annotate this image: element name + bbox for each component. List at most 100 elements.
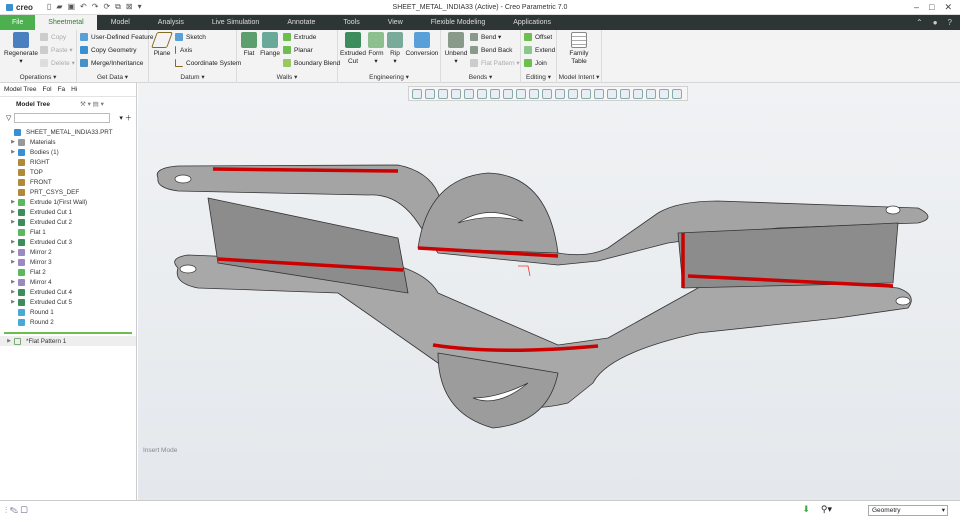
tree-search-input[interactable] (14, 112, 111, 123)
tab-annotate[interactable]: Annotate (273, 15, 329, 30)
sheet-metal-model[interactable] (138, 83, 960, 500)
sketch-button[interactable]: Sketch (175, 33, 206, 41)
editing-group-label[interactable]: Editing ▾ (521, 73, 556, 81)
regenerate-icon[interactable]: ⟳ (103, 2, 110, 12)
tab-file[interactable]: File (0, 15, 36, 30)
tree-item[interactable]: ▶ Extrude 1(First Wall) (0, 197, 136, 207)
datum-group-label[interactable]: Datum ▾ (149, 73, 236, 81)
tab-folder-browser[interactable]: Fol (43, 86, 52, 93)
delete-button[interactable]: Delete ▾ (40, 59, 75, 67)
tree-item[interactable]: ▶ Mirror 3 (0, 257, 136, 267)
tree-item[interactable]: ▶ Materials (0, 137, 136, 147)
redo-icon[interactable]: ↷ (92, 2, 99, 12)
tab-sheetmetal[interactable]: Sheetmetal (35, 15, 97, 30)
model-intent-group-label[interactable]: Model Intent ▾ (557, 73, 601, 81)
maximize-icon[interactable]: □ (929, 2, 934, 13)
extruded-cut-button[interactable]: Extruded Cut (340, 32, 366, 66)
customize-icon[interactable]: ▾ (138, 2, 142, 12)
family-table-button[interactable]: Family Table (561, 32, 597, 66)
tab-live-simulation[interactable]: Live Simulation (198, 15, 273, 30)
bends-group-label[interactable]: Bends ▾ (441, 73, 520, 81)
tree-item[interactable]: FRONT (0, 177, 136, 187)
expand-arrow-icon[interactable]: ▶ (8, 239, 18, 245)
tree-item[interactable]: RIGHT (0, 157, 136, 167)
tree-item[interactable]: ▶ Mirror 4 (0, 277, 136, 287)
tree-item[interactable]: ▶ Extruded Cut 3 (0, 237, 136, 247)
tab-view[interactable]: View (374, 15, 417, 30)
unbend-button[interactable]: Unbend ▾ (443, 32, 469, 66)
boundary-blend-button[interactable]: Boundary Blend (283, 59, 340, 67)
find-icon[interactable]: ⚲▾ (821, 504, 832, 515)
tree-item[interactable]: Round 1 (0, 307, 136, 317)
tree-item[interactable]: TOP (0, 167, 136, 177)
tree-item[interactable]: Flat 1 (0, 227, 136, 237)
tree-item-flat-pattern[interactable]: ▶ *Flat Pattern 1 (0, 336, 136, 346)
expand-arrow-icon[interactable]: ▶ (8, 139, 18, 145)
tree-item[interactable]: ▶ Extruded Cut 4 (0, 287, 136, 297)
offset-button[interactable]: Offset (524, 33, 552, 41)
expand-arrow-icon[interactable]: ▶ (8, 219, 18, 225)
graphics-viewport[interactable]: Insert Mode (138, 83, 960, 500)
expand-arrow-icon[interactable]: ▶ (8, 279, 18, 285)
operations-group-label[interactable]: Operations ▾ (0, 73, 76, 81)
paste-button[interactable]: Paste ▾ (40, 46, 73, 54)
regenerate-button[interactable]: Regenerate ▾ (3, 32, 39, 66)
tree-item[interactable]: ▶ Extruded Cut 1 (0, 207, 136, 217)
tree-item[interactable]: PRT_CSYS_DEF (0, 187, 136, 197)
tab-favorites[interactable]: Fa (58, 86, 66, 93)
tree-item[interactable]: ▶ Mirror 2 (0, 247, 136, 257)
tree-item[interactable]: ▶ Bodies (1) (0, 147, 136, 157)
copy-geometry-button[interactable]: Copy Geometry (80, 46, 137, 54)
new-icon[interactable]: ▯ (47, 2, 51, 12)
filter-icon[interactable]: ▽ (6, 114, 11, 122)
expand-arrow-icon[interactable]: ▶ (8, 289, 18, 295)
engineering-group-label[interactable]: Engineering ▾ (338, 73, 440, 81)
undo-icon[interactable]: ↶ (80, 2, 87, 12)
tree-item[interactable]: ▶ Extruded Cut 5 (0, 297, 136, 307)
tab-flexible-modeling[interactable]: Flexible Modeling (417, 15, 499, 30)
expand-arrow-icon[interactable]: ▶ (8, 209, 18, 215)
user-icon[interactable]: ● (933, 18, 938, 27)
regen-status-icon[interactable]: ⬇ (802, 504, 810, 515)
plane-button[interactable]: Plane (151, 32, 173, 58)
tree-settings-icon[interactable]: ⚒ ▾ ▤ ▾ (80, 100, 104, 108)
form-button[interactable]: Form ▾ (367, 32, 385, 66)
tree-item[interactable]: SHEET_METAL_INDIA33.PRT (0, 127, 136, 137)
expand-arrow-icon[interactable]: ▶ (8, 249, 18, 255)
tab-applications[interactable]: Applications (499, 15, 565, 30)
expand-arrow-icon[interactable]: ▶ (8, 299, 18, 305)
bend-button[interactable]: Bend ▾ (470, 33, 501, 41)
tree-item[interactable]: ▶ Extruded Cut 2 (0, 217, 136, 227)
expand-arrow-icon[interactable]: ▶ (8, 149, 18, 155)
conversion-button[interactable]: Conversion (405, 32, 439, 58)
open-icon[interactable]: ▰ (56, 2, 62, 12)
tab-model[interactable]: Model (97, 15, 144, 30)
windows-icon[interactable]: ⧉ (115, 2, 121, 12)
coordinate-system-button[interactable]: Coordinate System (175, 59, 241, 67)
tab-history[interactable]: Hi (71, 86, 77, 93)
close-window-icon[interactable]: ⊠ (126, 2, 133, 12)
save-icon[interactable]: ▣ (67, 2, 75, 12)
expand-arrow-icon[interactable]: ▶ (8, 199, 18, 205)
tree-item[interactable]: Flat 2 (0, 267, 136, 277)
user-defined-feature-button[interactable]: User-Defined Feature (80, 33, 154, 41)
tab-model-tree[interactable]: Model Tree (4, 86, 37, 93)
tab-tools[interactable]: Tools (329, 15, 373, 30)
insert-indicator[interactable] (4, 332, 132, 334)
close-icon[interactable]: ✕ (944, 2, 952, 13)
flat-pattern-button[interactable]: Flat Pattern ▾ (470, 59, 520, 67)
tree-item[interactable]: Round 2 (0, 317, 136, 327)
extend-button[interactable]: Extend (524, 46, 555, 54)
walls-group-label[interactable]: Walls ▾ (237, 73, 337, 81)
merge-inheritance-button[interactable]: Merge/Inheritance (80, 59, 143, 67)
status-toggle-icons[interactable]: ⫶ ✎ ▢ (5, 505, 28, 516)
bend-back-button[interactable]: Bend Back (470, 46, 512, 54)
collapse-ribbon-icon[interactable]: ⌃ (916, 18, 923, 27)
expand-arrow-icon[interactable]: ▶ (8, 259, 18, 265)
tab-analysis[interactable]: Analysis (144, 15, 198, 30)
join-button[interactable]: Join (524, 59, 547, 67)
flange-button[interactable]: Flange (259, 32, 281, 58)
rip-button[interactable]: Rip ▾ (387, 32, 403, 66)
flat-button[interactable]: Flat (240, 32, 258, 58)
planar-button[interactable]: Planar (283, 46, 313, 54)
